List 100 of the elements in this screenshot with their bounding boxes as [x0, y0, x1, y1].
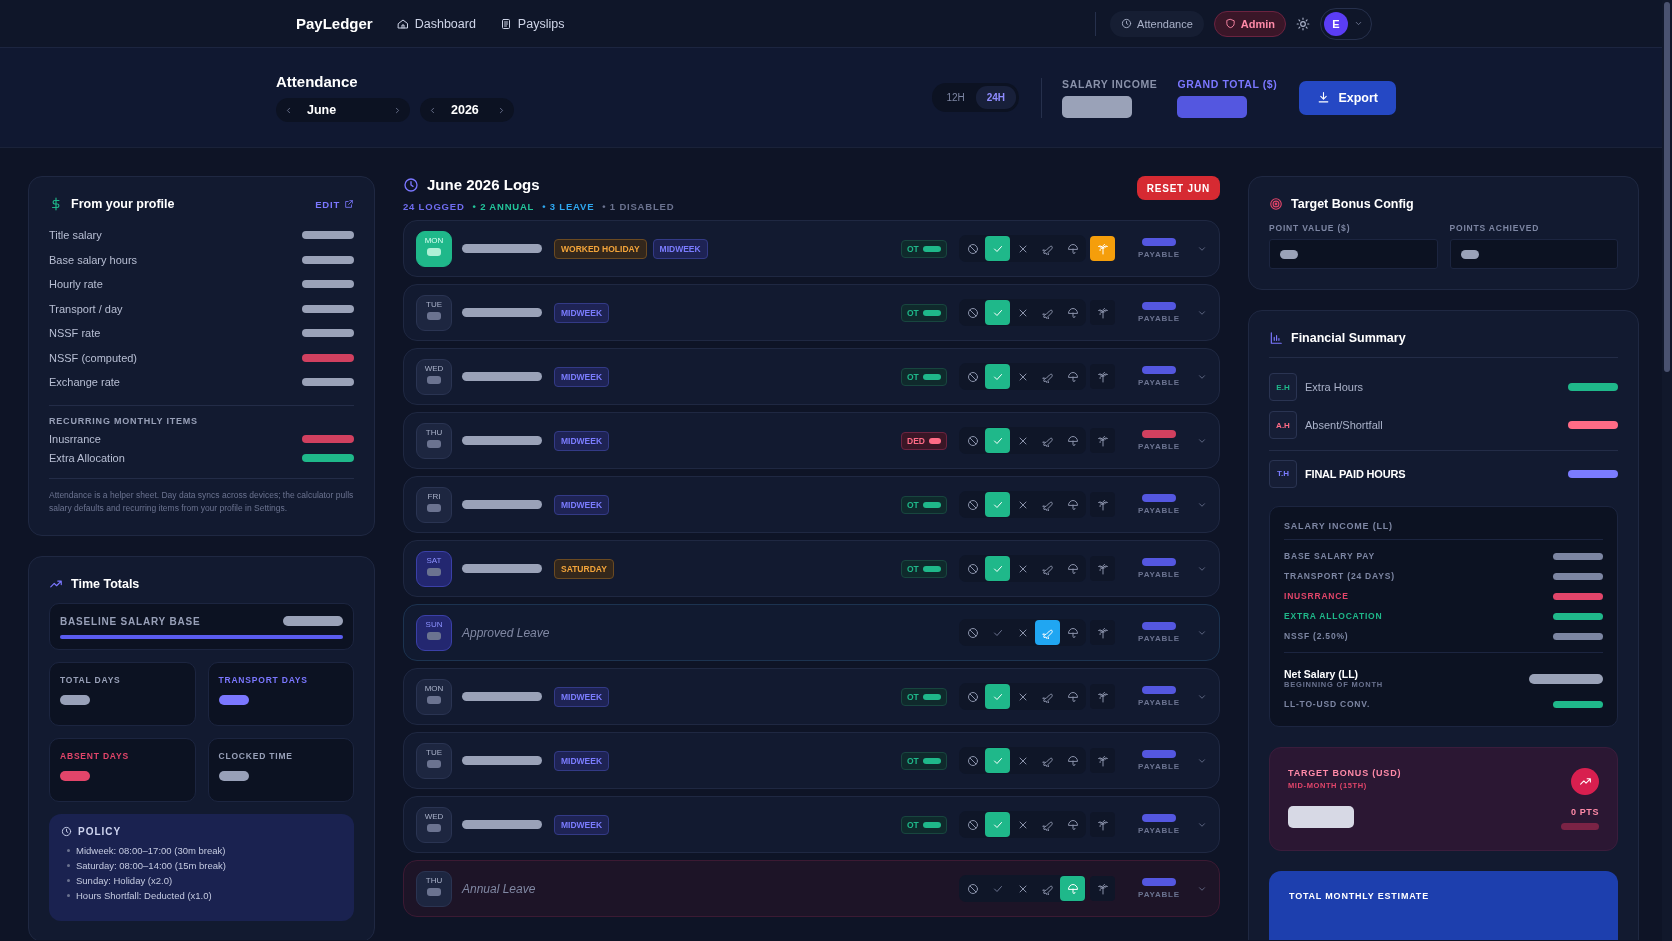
field-label: POINTS ACHIEVED — [1449, 223, 1541, 233]
summary-label: Absent/Shortfall — [1305, 419, 1383, 431]
umbrella-icon — [1066, 690, 1079, 703]
section-title: June 2026 Logs — [427, 176, 540, 193]
reset-button[interactable]: RESET JUN — [1136, 176, 1220, 200]
blurred-value — [922, 757, 941, 764]
year-picker[interactable]: 2026 — [420, 98, 514, 122]
target-icon — [1269, 197, 1283, 211]
avatar: E — [1324, 11, 1348, 36]
panel-title: SALARY INCOME (LL) — [1284, 521, 1603, 540]
overtime-badge: OT — [901, 367, 947, 386]
status-button[interactable] — [1090, 748, 1115, 773]
palm-tree-icon — [1096, 882, 1109, 895]
stat-label: BASELINE SALARY BASE — [60, 615, 201, 627]
input-field[interactable] — [1449, 239, 1618, 269]
palm-tree-icon — [1096, 370, 1109, 383]
scrollbar[interactable] — [1662, 0, 1672, 941]
sun-icon[interactable] — [1296, 16, 1310, 31]
status-button[interactable] — [1090, 556, 1115, 581]
blurred-value — [218, 770, 249, 781]
status-button[interactable] — [1090, 236, 1115, 261]
summary-label: Extra Hours — [1305, 381, 1364, 393]
status-button[interactable] — [1090, 876, 1115, 901]
disable-icon — [966, 626, 979, 639]
status-button[interactable] — [1090, 812, 1115, 837]
admin-chip[interactable]: Admin — [1213, 10, 1286, 37]
nav-chip[interactable]: Attendance — [1110, 10, 1204, 37]
plane-icon — [1041, 306, 1054, 319]
status-button[interactable] — [1035, 620, 1060, 645]
nav-link[interactable]: Payslips — [499, 16, 565, 31]
input-field[interactable] — [1269, 239, 1438, 269]
umbrella-icon — [1066, 562, 1079, 575]
umbrella-icon — [1066, 626, 1079, 639]
clock-icon — [403, 176, 419, 193]
day-tag: MIDWEEK — [652, 238, 708, 259]
blurred-value — [1568, 421, 1618, 429]
day-tag: SATURDAY — [554, 558, 614, 579]
overtime-badge: OT — [901, 495, 947, 514]
day-name: FRI — [427, 491, 441, 501]
chevron-right-icon — [497, 105, 506, 115]
day-tag: MIDWEEK — [554, 494, 610, 515]
clock-mode-tab[interactable]: 24H — [975, 86, 1017, 109]
disable-icon — [966, 370, 979, 383]
plane-icon — [1041, 754, 1054, 767]
scrollbar-thumb[interactable] — [1664, 2, 1670, 372]
umbrella-icon — [1066, 306, 1079, 319]
trend-button[interactable] — [1571, 768, 1599, 796]
blurred-value — [1280, 249, 1298, 259]
chevron-right-icon — [393, 105, 402, 115]
status-button[interactable] — [1060, 876, 1085, 901]
section-label: RECURRING MONTHLY ITEMS — [49, 415, 199, 426]
total-label: GRAND TOTAL ($) — [1177, 77, 1278, 90]
clock-mode-tab[interactable]: 12H — [935, 86, 976, 109]
day-name: WED — [424, 363, 444, 373]
blurred-value — [922, 245, 941, 252]
day-tag: MIDWEEK — [554, 366, 610, 387]
field-label: Hourly rate — [49, 278, 103, 291]
plane-icon — [1041, 818, 1054, 831]
status-button[interactable] — [1090, 620, 1115, 645]
edit-link[interactable]: EDIT — [315, 198, 354, 210]
disable-icon — [966, 754, 979, 767]
plane-icon — [1041, 498, 1054, 511]
palm-tree-icon — [1096, 754, 1109, 767]
month-picker[interactable]: June — [276, 98, 410, 122]
overtime-badge: OT — [901, 559, 947, 578]
blurred-value — [427, 695, 441, 704]
blurred-value — [427, 311, 441, 320]
policy-item: Saturday: 08:00–14:00 (15m break) — [76, 859, 226, 871]
payable-label: PAYABLE — [1138, 506, 1180, 515]
bullet-icon — [67, 863, 70, 867]
status-button[interactable] — [1090, 364, 1115, 389]
blurred-value — [922, 565, 941, 572]
disable-icon — [966, 498, 979, 511]
code-badge: E.H — [1269, 373, 1297, 401]
day-tag: MIDWEEK — [554, 302, 610, 323]
card-title: Time Totals — [71, 576, 140, 591]
umbrella-icon — [1066, 370, 1079, 383]
clock-icon — [61, 825, 72, 837]
status-button[interactable] — [1090, 428, 1115, 453]
card-title: Target Bonus Config — [1291, 197, 1414, 211]
day-note: Annual Leave — [462, 881, 536, 896]
stat-label: ABSENT DAYS — [60, 750, 130, 761]
income-label: EXTRA ALLOCATION — [1284, 611, 1383, 621]
nav-link[interactable]: Dashboard — [396, 16, 476, 31]
bullet-icon — [67, 878, 70, 882]
panel-title: TARGET BONUS (USD) — [1288, 768, 1402, 778]
status-button[interactable] — [1090, 300, 1115, 325]
export-button[interactable]: Export — [1299, 80, 1396, 115]
summary-label: FINAL PAID HOURS — [1305, 467, 1406, 480]
status-button[interactable] — [1090, 492, 1115, 517]
field-label: Extra Allocation — [49, 452, 125, 464]
plane-icon — [1041, 370, 1054, 383]
day-note: Approved Leave — [462, 625, 550, 640]
plane-icon — [1041, 434, 1054, 447]
day-name: SAT — [426, 555, 442, 565]
day-name: MON — [424, 235, 444, 245]
shield-icon — [1224, 18, 1236, 29]
blurred-value — [427, 375, 441, 384]
status-button[interactable] — [1090, 684, 1115, 709]
disable-icon — [966, 882, 979, 895]
